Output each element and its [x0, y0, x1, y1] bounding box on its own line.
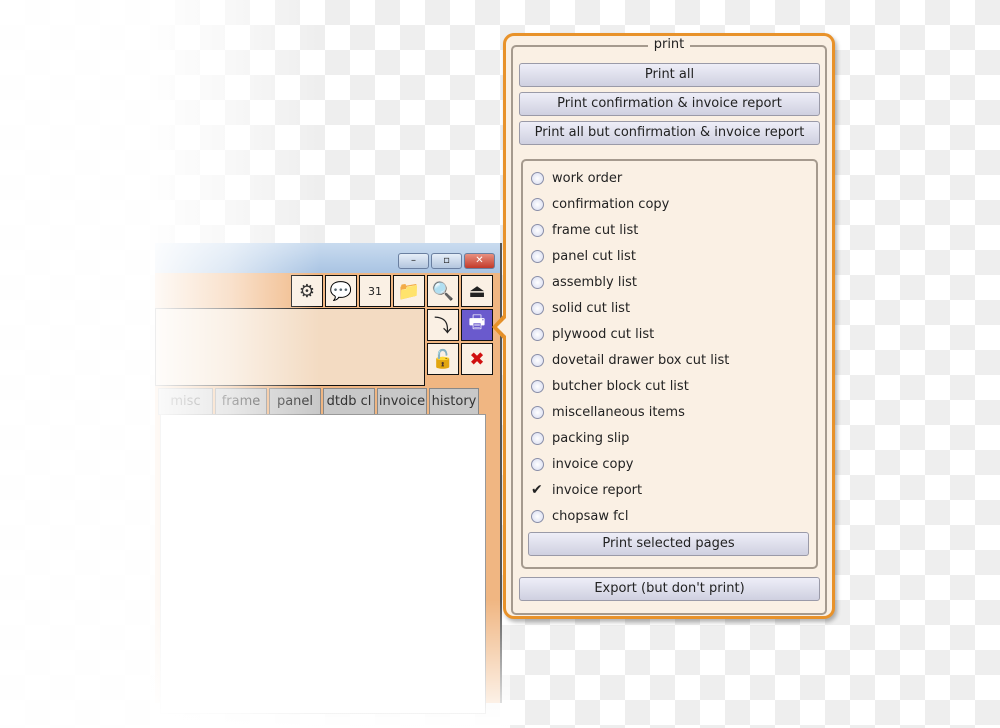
chat-button[interactable]: 💬: [325, 275, 357, 307]
option-plywood-cut-list[interactable]: plywood cut list: [531, 324, 654, 344]
tab-panel-cl[interactable]: panel cl: [269, 388, 321, 435]
chat-icon: 💬: [329, 280, 353, 302]
unlock-icon: 🔓: [431, 348, 455, 370]
option-solid-cut-list[interactable]: solid cut list: [531, 298, 630, 318]
folder-button[interactable]: 📁: [393, 275, 425, 307]
radio-button[interactable]: [531, 457, 544, 471]
option-label: solid cut list: [552, 300, 631, 316]
title-bar: – ▫ ✕: [155, 243, 500, 273]
tab-dtdb-cl[interactable]: dtdb cl: [323, 388, 375, 415]
print-fieldset: print Print all Print confirmation & inv…: [511, 37, 827, 615]
maximize-button[interactable]: ▫: [431, 253, 462, 269]
folder-icon: 📁: [397, 280, 421, 302]
option-butcher-block-cut-list[interactable]: butcher block cut list: [531, 376, 689, 396]
radio-button[interactable]: [531, 379, 544, 393]
radio-button[interactable]: [531, 223, 544, 237]
checkmark-icon[interactable]: ✔: [531, 483, 544, 497]
option-label: invoice report: [552, 482, 643, 498]
tab-frame-cl[interactable]: frame cl: [215, 388, 267, 435]
option-label: plywood cut list: [552, 326, 655, 342]
option-dovetail-drawer-box-cut-list[interactable]: dovetail drawer box cut list: [531, 350, 729, 370]
printer-button[interactable]: 🖶: [461, 309, 493, 341]
preview-search-button[interactable]: 🔍: [427, 275, 459, 307]
option-label: packing slip: [552, 430, 630, 446]
option-label: miscellaneous items: [552, 404, 685, 420]
radio-button[interactable]: [531, 275, 544, 289]
option-frame-cut-list[interactable]: frame cut list: [531, 220, 638, 240]
print-popup: print Print all Print confirmation & inv…: [503, 33, 835, 619]
info-pane: [155, 308, 425, 386]
option-label: invoice copy: [552, 456, 634, 472]
preview-search-icon: 🔍: [431, 280, 455, 302]
print-title: print: [647, 37, 691, 52]
tab-invoice[interactable]: invoice: [377, 388, 427, 415]
radio-button[interactable]: [531, 301, 544, 315]
export-button[interactable]: Export (but don't print): [519, 577, 820, 601]
unlock-button[interactable]: 🔓: [427, 343, 459, 375]
radio-button[interactable]: [531, 171, 544, 185]
radio-button[interactable]: [531, 249, 544, 263]
option-label: confirmation copy: [552, 196, 670, 212]
print-all-but-button[interactable]: Print all but confirmation & invoice rep…: [519, 121, 820, 145]
delete-button[interactable]: ✖: [461, 343, 493, 375]
option-label: chopsaw fcl: [552, 508, 629, 524]
radio-button[interactable]: [531, 431, 544, 445]
option-work-order[interactable]: work order: [531, 168, 622, 188]
tray-button[interactable]: ⏏: [461, 275, 493, 307]
option-miscellaneous-items[interactable]: miscellaneous items: [531, 402, 685, 422]
option-confirmation-copy[interactable]: confirmation copy: [531, 194, 669, 214]
option-label: dovetail drawer box cut list: [552, 352, 730, 368]
option-panel-cut-list[interactable]: panel cut list: [531, 246, 636, 266]
delete-icon: ✖: [469, 348, 485, 370]
page-options-group: work order confirmation copy frame cut lis…: [521, 159, 818, 569]
option-invoice-copy[interactable]: invoice copy: [531, 454, 633, 474]
option-invoice-report[interactable]: ✔ invoice report: [531, 480, 642, 500]
settings-gear-button[interactable]: ⚙: [291, 275, 323, 307]
calendar-button[interactable]: 31: [359, 275, 391, 307]
tray-icon: ⏏: [468, 280, 486, 302]
tab-content: [160, 414, 486, 714]
app-window: – ▫ ✕ ⚙ 💬 31 📁 🔍 ⏏ ⤵ 🖶 🔓 ✖ miscframe clpanel cldt…: [155, 243, 502, 714]
option-label: assembly list: [552, 274, 637, 290]
radio-button[interactable]: [531, 197, 544, 211]
radio-button[interactable]: [531, 405, 544, 419]
calendar-icon: 31: [368, 284, 382, 298]
radio-button[interactable]: [531, 327, 544, 341]
print-all-button[interactable]: Print all: [519, 63, 820, 87]
option-label: butcher block cut list: [552, 378, 689, 394]
option-chopsaw-fcl[interactable]: chopsaw fcl: [531, 506, 628, 526]
tab-misc[interactable]: misc: [158, 388, 213, 415]
radio-button[interactable]: [531, 509, 544, 523]
minimize-button[interactable]: –: [398, 253, 429, 269]
option-label: frame cut list: [552, 222, 639, 238]
close-button[interactable]: ✕: [464, 253, 495, 269]
settings-gear-icon: ⚙: [298, 280, 316, 302]
save-download-button[interactable]: ⤵: [427, 309, 459, 341]
save-download-icon: ⤵: [434, 316, 452, 337]
tab-history[interactable]: history: [429, 388, 479, 415]
print-selected-button[interactable]: Print selected pages: [528, 532, 809, 556]
option-label: panel cut list: [552, 248, 636, 264]
print-confirmation-invoice-button[interactable]: Print confirmation & invoice report: [519, 92, 820, 116]
radio-button[interactable]: [531, 353, 544, 367]
option-packing-slip[interactable]: packing slip: [531, 428, 629, 448]
printer-icon: 🖶: [468, 312, 486, 333]
option-label: work order: [552, 170, 623, 186]
option-assembly-list[interactable]: assembly list: [531, 272, 637, 292]
